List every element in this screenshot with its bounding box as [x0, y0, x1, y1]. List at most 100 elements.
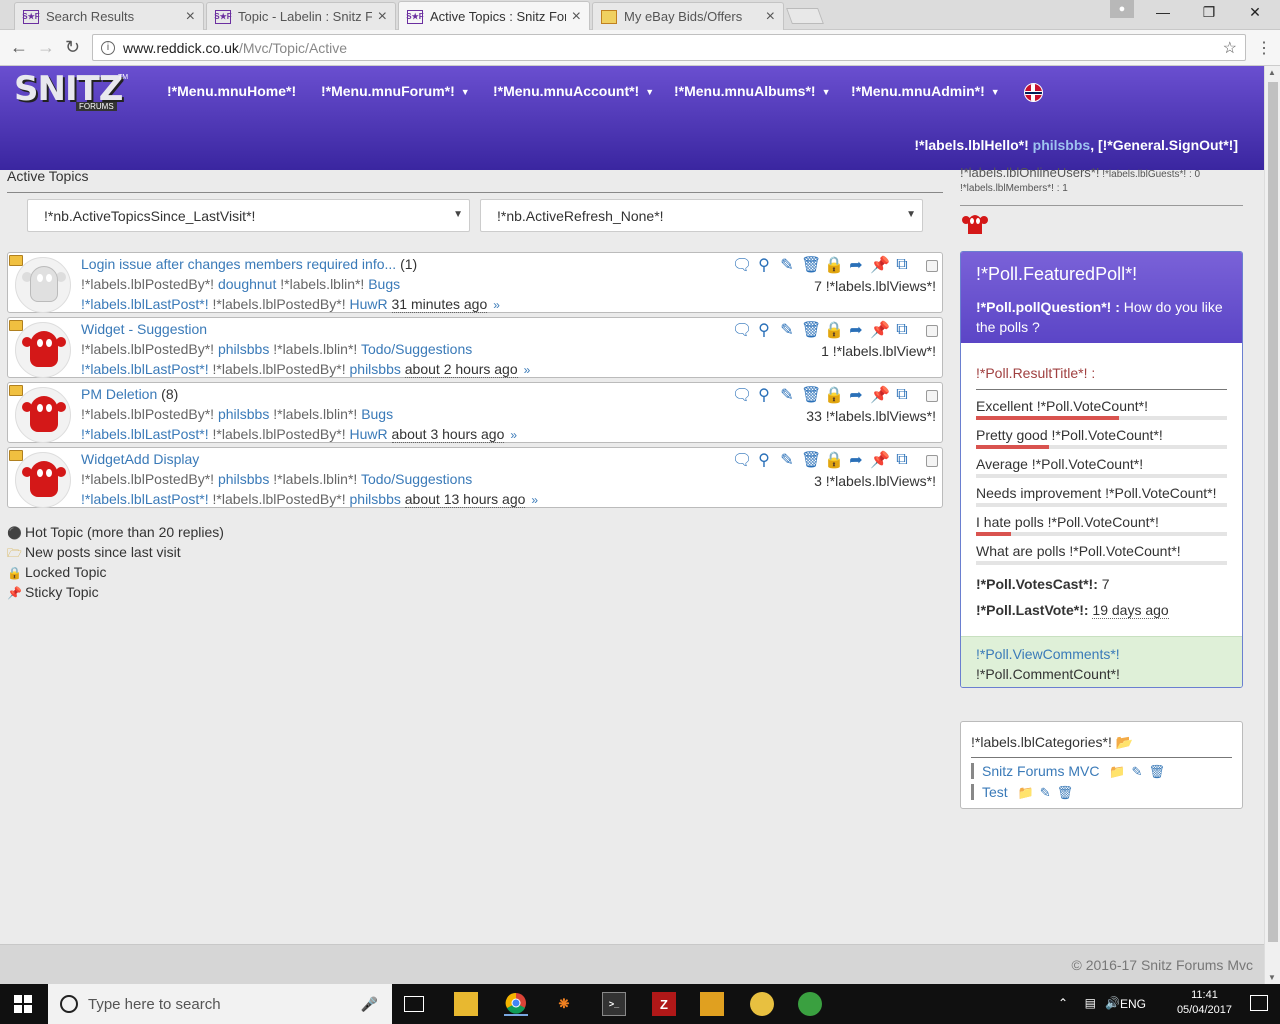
topic-title-link[interactable]: PM Deletion: [81, 386, 157, 402]
info-icon[interactable]: i: [101, 40, 115, 55]
reply-bubble-icon[interactable]: 🗨: [732, 255, 752, 275]
trash-icon[interactable]: 🗑: [1148, 764, 1165, 779]
refresh-select[interactable]: !*nb.ActiveRefresh_None*! ▼: [480, 199, 923, 232]
reply-bubble-icon[interactable]: 🗨: [732, 385, 752, 405]
topic-title-link[interactable]: Login issue after changes members requir…: [81, 256, 396, 272]
topic-title-link[interactable]: WidgetAdd Display: [81, 451, 199, 467]
language-indicator[interactable]: ENG: [1120, 997, 1146, 1011]
taskbar-search[interactable]: Type here to search 🎤: [48, 984, 392, 1024]
online-member-avatar[interactable]: [960, 208, 990, 238]
goto-last-icon[interactable]: »: [531, 493, 538, 507]
close-icon[interactable]: ×: [186, 8, 195, 26]
network-icon[interactable]: ▤: [1085, 996, 1096, 1010]
split-icon[interactable]: ⧉: [893, 386, 911, 404]
database-icon[interactable]: [798, 992, 822, 1016]
goto-last-icon[interactable]: »: [493, 298, 500, 312]
share-icon[interactable]: ➦: [847, 450, 865, 470]
edit-icon[interactable]: ✎: [1040, 785, 1051, 800]
browser-menu-icon[interactable]: ⋮: [1256, 38, 1272, 58]
trash-icon[interactable]: 🗑: [801, 450, 821, 470]
last-post-link[interactable]: !*labels.lblLastPost*!: [81, 361, 209, 377]
windows-start-icon[interactable]: [14, 995, 32, 1013]
signout-link[interactable]: [!*General.SignOut*!]: [1098, 137, 1238, 153]
last-author-link[interactable]: HuwR: [350, 426, 388, 442]
bookmark-icon[interactable]: ⚲: [755, 385, 773, 405]
close-icon[interactable]: ×: [378, 8, 387, 26]
split-icon[interactable]: ⧉: [893, 321, 911, 339]
chrome-icon[interactable]: [504, 992, 528, 1016]
scroll-up-icon[interactable]: ▲: [1268, 68, 1276, 77]
edit-icon[interactable]: ✎: [1132, 764, 1143, 779]
app-bread-icon[interactable]: [750, 992, 774, 1016]
notifications-icon[interactable]: [1250, 995, 1268, 1011]
minimize-icon[interactable]: —: [1152, 4, 1174, 20]
filezilla-icon[interactable]: Z: [652, 992, 676, 1016]
last-author-link[interactable]: philsbbs: [350, 361, 401, 377]
file-explorer-icon[interactable]: [454, 992, 478, 1016]
share-icon[interactable]: ➦: [847, 320, 865, 340]
reply-bubble-icon[interactable]: 🗨: [732, 450, 752, 470]
menu-forum[interactable]: !*Menu.mnuForum*! ▼: [321, 83, 470, 99]
browser-tab-topic[interactable]: S★F Topic - Labelin : Snitz For ×: [206, 2, 396, 30]
snitz-logo[interactable]: SNITZ FORUMS TM: [14, 72, 128, 116]
edit-icon[interactable]: ✎: [778, 450, 796, 470]
app-tool-icon[interactable]: ❋: [552, 992, 576, 1016]
microphone-icon[interactable]: 🎤: [361, 996, 378, 1013]
select-checkbox[interactable]: [926, 325, 938, 337]
last-post-link[interactable]: !*labels.lblLastPost*!: [81, 491, 209, 507]
window-close-icon[interactable]: ✕: [1244, 4, 1266, 21]
terminal-icon[interactable]: >_: [602, 992, 626, 1016]
category-link[interactable]: Test: [982, 784, 1008, 800]
author-avatar[interactable]: [15, 322, 71, 378]
username-link[interactable]: philsbbs: [1033, 137, 1091, 153]
last-author-link[interactable]: HuwR: [350, 296, 388, 312]
lock-icon[interactable]: 🔒: [824, 255, 844, 275]
author-link[interactable]: philsbbs: [218, 471, 269, 487]
menu-albums[interactable]: !*Menu.mnuAlbums*! ▼: [674, 83, 830, 99]
edit-icon[interactable]: ✎: [778, 385, 796, 405]
browser-tab-ebay[interactable]: My eBay Bids/Offers ×: [592, 2, 784, 30]
view-comments-link[interactable]: !*Poll.ViewComments*!: [976, 646, 1120, 662]
trash-icon[interactable]: 🗑: [801, 385, 821, 405]
last-author-link[interactable]: philsbbs: [350, 491, 401, 507]
url-input[interactable]: i www.reddick.co.uk/Mvc/Topic/Active ☆: [92, 34, 1246, 61]
archive-icon[interactable]: [700, 992, 724, 1016]
pin-icon[interactable]: 📌: [870, 255, 890, 275]
close-icon[interactable]: ×: [572, 8, 581, 26]
select-checkbox[interactable]: [926, 260, 938, 272]
lock-icon[interactable]: 🔒: [824, 450, 844, 470]
trash-icon[interactable]: 🗑: [801, 255, 821, 275]
menu-home[interactable]: !*Menu.mnuHome*!: [167, 83, 296, 99]
share-icon[interactable]: ➦: [847, 385, 865, 405]
forum-link[interactable]: Bugs: [361, 406, 393, 422]
edit-icon[interactable]: ✎: [778, 255, 796, 275]
author-link[interactable]: philsbbs: [218, 406, 269, 422]
forum-link[interactable]: Todo/Suggestions: [361, 471, 472, 487]
forum-link[interactable]: Todo/Suggestions: [361, 341, 472, 357]
reply-bubble-icon[interactable]: 🗨: [732, 320, 752, 340]
scrollbar-thumb[interactable]: [1268, 82, 1278, 942]
profile-icon[interactable]: ●: [1110, 0, 1134, 18]
topic-title-link[interactable]: Widget - Suggestion: [81, 321, 207, 337]
scroll-down-icon[interactable]: ▼: [1268, 973, 1276, 982]
volume-icon[interactable]: 🔊: [1105, 996, 1120, 1010]
goto-last-icon[interactable]: »: [524, 363, 531, 377]
reload-icon[interactable]: ↻: [65, 37, 80, 58]
tray-chevron-icon[interactable]: ⌃: [1058, 996, 1068, 1010]
since-select[interactable]: !*nb.ActiveTopicsSince_LastVisit*! ▼: [27, 199, 470, 232]
lock-icon[interactable]: 🔒: [824, 385, 844, 405]
browser-tab-search-results[interactable]: S★F Search Results ×: [14, 2, 204, 30]
menu-account[interactable]: !*Menu.mnuAccount*! ▼: [493, 83, 654, 99]
restore-icon[interactable]: ❐: [1198, 4, 1220, 21]
split-icon[interactable]: ⧉: [893, 451, 911, 469]
lock-icon[interactable]: 🔒: [824, 320, 844, 340]
author-avatar[interactable]: [15, 452, 71, 508]
menu-admin[interactable]: !*Menu.mnuAdmin*! ▼: [851, 83, 1000, 99]
forward-arrow-icon[interactable]: →: [37, 37, 55, 58]
select-checkbox[interactable]: [926, 455, 938, 467]
bookmark-icon[interactable]: ⚲: [755, 320, 773, 340]
select-checkbox[interactable]: [926, 390, 938, 402]
back-arrow-icon[interactable]: ←: [10, 37, 28, 58]
folder-icon[interactable]: 📁: [1109, 764, 1125, 779]
author-link[interactable]: philsbbs: [218, 341, 269, 357]
